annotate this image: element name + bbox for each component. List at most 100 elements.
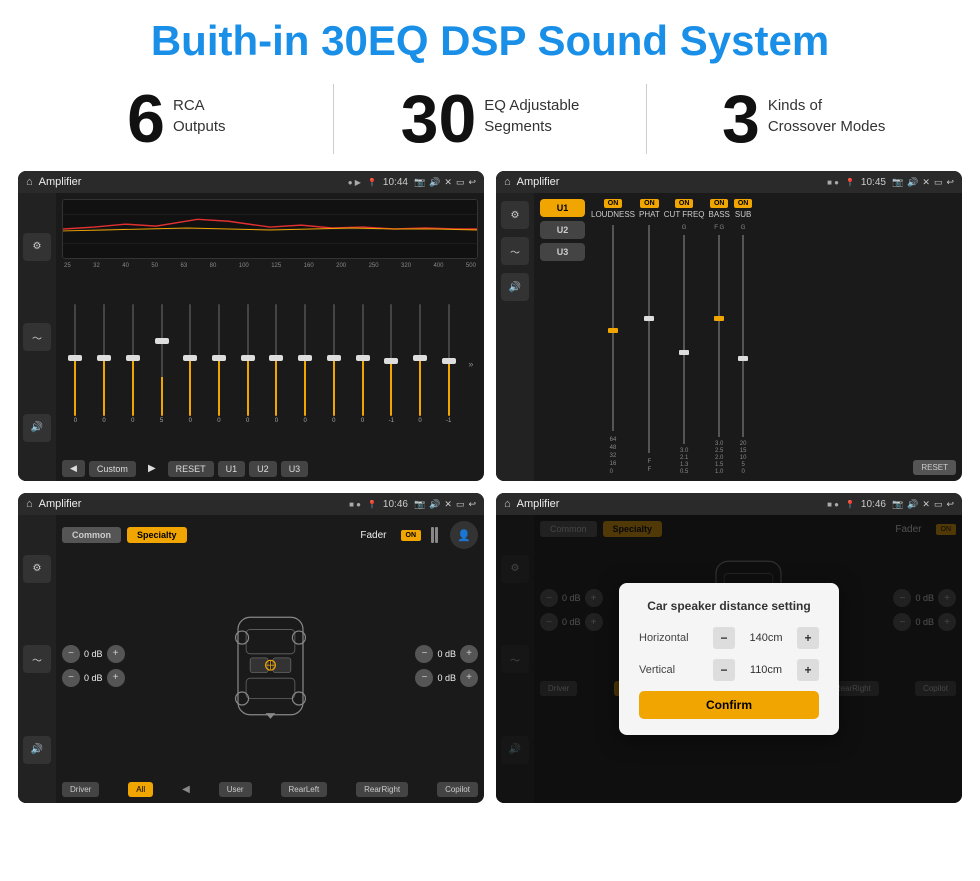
slider-6[interactable]: 0	[210, 304, 228, 424]
slider-5[interactable]: 0	[181, 304, 199, 424]
slider-1[interactable]: 0	[66, 304, 84, 424]
fader-sidebar: ⚙ 〜 🔊	[18, 515, 56, 803]
filters-btn-2[interactable]: ⚙	[501, 201, 529, 229]
rear-right-minus[interactable]: −	[415, 669, 433, 687]
user-btn[interactable]: User	[219, 782, 252, 797]
all-btn[interactable]: All	[128, 782, 153, 797]
reset-btn-eq[interactable]: RESET	[168, 461, 214, 477]
tab-common[interactable]: Common	[62, 527, 121, 543]
feature-text-crossover-1: Kinds of	[768, 95, 886, 116]
rear-left-minus[interactable]: −	[62, 669, 80, 687]
front-right-val: 0 dB	[437, 649, 456, 659]
eq-filters-btn[interactable]: ⚙	[23, 233, 51, 261]
reset-btn-crossover[interactable]: RESET	[913, 460, 956, 475]
u2-btn[interactable]: U2	[249, 461, 277, 477]
rear-right-btn[interactable]: RearRight	[356, 782, 408, 797]
eq-bottom-bar: ◀ Custom ▶ RESET U1 U2 U3	[62, 460, 478, 477]
driver-btn[interactable]: Driver	[62, 782, 99, 797]
wave-btn-3[interactable]: 〜	[23, 645, 51, 673]
front-left-speaker: − 0 dB +	[62, 645, 125, 663]
front-right-minus[interactable]: −	[415, 645, 433, 663]
slider-11[interactable]: 0	[354, 304, 372, 424]
distance-screen: ⌂ Amplifier ■ ● 📍 10:46 📷 🔊 ✕ ▭ ↩ ⚙ 〜 🔊	[496, 493, 962, 803]
volume-icon: 🔊	[429, 177, 440, 188]
slider-3[interactable]: 0	[124, 304, 142, 424]
slider-13[interactable]: 0	[411, 304, 429, 424]
rear-right-val: 0 dB	[437, 673, 456, 683]
front-left-plus[interactable]: +	[107, 645, 125, 663]
front-left-val: 0 dB	[84, 649, 103, 659]
horizontal-plus-btn[interactable]: +	[797, 627, 819, 649]
speaker-btn-2[interactable]: 🔊	[501, 273, 529, 301]
camera-icon-2: 📷	[892, 177, 903, 188]
tab-specialty[interactable]: Specialty	[127, 527, 187, 543]
slider-14[interactable]: -1	[440, 304, 458, 424]
u3-btn[interactable]: U3	[281, 461, 309, 477]
close-icon-4: ✕	[922, 499, 930, 510]
front-left-minus[interactable]: −	[62, 645, 80, 663]
rear-left-speaker: − 0 dB +	[62, 669, 125, 687]
confirm-button[interactable]: Confirm	[639, 691, 819, 719]
car-visual	[133, 601, 408, 731]
play-btn[interactable]: ▶	[140, 460, 164, 477]
settings-circle-btn[interactable]: 👤	[450, 521, 478, 549]
rear-right-plus[interactable]: +	[460, 669, 478, 687]
eq-sidebar: ⚙ 〜 🔊	[18, 193, 56, 481]
fader-time: 10:46	[383, 499, 408, 510]
prev-preset-btn[interactable]: ◀	[62, 460, 85, 477]
camera-icon: 📷	[414, 177, 425, 188]
battery-icon: ▭	[456, 177, 465, 188]
crossover-sidebar: ⚙ 〜 🔊	[496, 193, 534, 481]
slider-7[interactable]: 0	[239, 304, 257, 424]
eq-wave-btn[interactable]: 〜	[23, 323, 51, 351]
u1-preset-btn[interactable]: U1	[540, 199, 585, 217]
eq-speaker-btn[interactable]: 🔊	[23, 414, 51, 442]
u2-preset-btn[interactable]: U2	[540, 221, 585, 239]
filters-btn-3[interactable]: ⚙	[23, 555, 51, 583]
dialog-title: Car speaker distance setting	[639, 599, 819, 613]
u1-btn[interactable]: U1	[218, 461, 246, 477]
feature-eq: 30 EQ Adjustable Segments	[354, 85, 627, 153]
feature-rca: 6 RCA Outputs	[40, 85, 313, 153]
slider-10[interactable]: 0	[325, 304, 343, 424]
sub-col: ON SUB G 20 15 10 5 0	[734, 199, 753, 475]
sub-on: ON	[734, 199, 753, 208]
slider-4[interactable]: 5	[153, 304, 171, 424]
copilot-btn[interactable]: Copilot	[437, 782, 478, 797]
front-right-plus[interactable]: +	[460, 645, 478, 663]
eq-title: Amplifier	[39, 176, 342, 188]
slider-9[interactable]: 0	[296, 304, 314, 424]
vertical-plus-btn[interactable]: +	[797, 659, 819, 681]
vertical-minus-btn[interactable]: −	[713, 659, 735, 681]
vertical-control: − 110cm +	[713, 659, 819, 681]
channel-columns: ON LOUDNESS 64 48 32 16 0	[591, 199, 907, 475]
feature-text-rca-1: RCA	[173, 95, 226, 116]
eq-sliders: 0 0 0 5 0 0 0 0 0 0 0 -1 0 -1 »	[62, 272, 478, 456]
fader-title: Amplifier	[39, 498, 343, 510]
slider-8[interactable]: 0	[267, 304, 285, 424]
horizontal-minus-btn[interactable]: −	[713, 627, 735, 649]
rear-left-plus[interactable]: +	[107, 669, 125, 687]
loudness-on: ON	[604, 199, 623, 208]
wave-btn-2[interactable]: 〜	[501, 237, 529, 265]
features-row: 6 RCA Outputs 30 EQ Adjustable Segments …	[0, 74, 980, 166]
speaker-btn-3[interactable]: 🔊	[23, 736, 51, 764]
bass-on: ON	[710, 199, 729, 208]
preset-buttons: U1 U2 U3	[540, 199, 585, 475]
more-icon: »	[468, 359, 473, 369]
fader-on-toggle[interactable]: ON	[401, 530, 422, 541]
horizontal-control: − 140cm +	[713, 627, 819, 649]
horizontal-label: Horizontal	[639, 632, 709, 644]
rear-left-btn[interactable]: RearLeft	[281, 782, 328, 797]
distance-status-bar: ⌂ Amplifier ■ ● 📍 10:46 📷 🔊 ✕ ▭ ↩	[496, 493, 962, 515]
right-speaker-controls: − 0 dB + − 0 dB +	[415, 645, 478, 687]
crossover-content: ⚙ 〜 🔊 U1 U2 U3 ON LOUDNESS	[496, 193, 962, 481]
slider-2[interactable]: 0	[95, 304, 113, 424]
home-icon-4: ⌂	[504, 498, 511, 510]
phat-on: ON	[640, 199, 659, 208]
phat-col: ON PHAT F F	[639, 199, 660, 475]
eq-screen: ⌂ Amplifier ● ▶ 📍 10:44 📷 🔊 ✕ ▭ ↩ ⚙ 〜 🔊	[18, 171, 484, 481]
page-title: Buith-in 30EQ DSP Sound System	[0, 0, 980, 74]
u3-preset-btn[interactable]: U3	[540, 243, 585, 261]
slider-12[interactable]: -1	[382, 304, 400, 424]
